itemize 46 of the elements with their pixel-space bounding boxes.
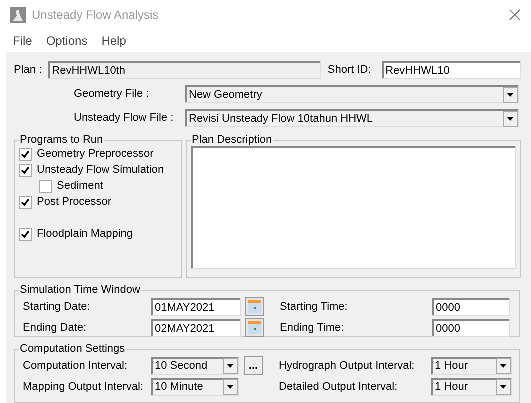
file-label: Unsteady Flow File : (73, 112, 175, 124)
group-title: Simulation Time Window (19, 284, 142, 296)
checkbox[interactable] (39, 180, 52, 192)
group-title: Plan Description (191, 134, 274, 146)
interval-dropdown[interactable]: 10 Second (151, 356, 239, 374)
short-id-label: Short ID: (328, 64, 372, 76)
checkbox-label: Geometry Preprocessor (37, 148, 154, 160)
interval-dropdown[interactable]: 10 Minute (151, 378, 239, 396)
interval-dropdown[interactable]: 1 Hour (431, 356, 512, 374)
time-label: Ending Time: (279, 322, 346, 334)
group-title: Computation Settings (19, 343, 126, 355)
group-title: Programs to Run (19, 134, 104, 146)
plan-field[interactable]: RevHHWL10th (48, 61, 321, 79)
time-field[interactable]: 0000 (432, 298, 510, 316)
short-id-field[interactable]: RevHHWL10 (382, 61, 521, 79)
menu-item[interactable]: Help (102, 34, 126, 48)
file-label: Geometry File : (73, 88, 150, 100)
window-title: Unsteady Flow Analysis (32, 8, 160, 22)
interval-label: Mapping Output Interval: (22, 380, 144, 392)
close-icon[interactable] (509, 9, 521, 21)
time-label: Starting Time: (279, 300, 349, 312)
date-label: Starting Date: (22, 300, 92, 312)
file-dropdown[interactable]: Revisi Unsteady Flow 10tahun HHWL (185, 109, 519, 127)
interval-dropdown[interactable]: 1 Hour (431, 378, 512, 396)
interval-label: Detailed Output Interval: (278, 380, 399, 392)
checkbox-label: Sediment (57, 180, 104, 192)
checkbox-label: Post Processor (37, 196, 112, 208)
checkbox-label: Unsteady Flow Simulation (37, 164, 164, 176)
more-button[interactable]: ... (244, 356, 263, 375)
interval-label: Computation Interval: (22, 360, 129, 372)
plan-label: Plan : (14, 64, 42, 76)
date-field[interactable]: 02MAY2021 (151, 318, 241, 336)
checkbox[interactable] (19, 228, 32, 240)
checkbox[interactable] (19, 164, 32, 176)
checkbox[interactable] (19, 148, 32, 160)
checkbox-label: Floodplain Mapping (37, 228, 134, 240)
menu-item[interactable]: File (13, 34, 32, 48)
file-dropdown[interactable]: New Geometry (185, 85, 519, 103)
date-field[interactable]: 01MAY2021 (151, 298, 241, 316)
plan-description-field[interactable] (191, 146, 516, 269)
checkbox[interactable] (19, 196, 32, 208)
app-icon (10, 7, 26, 23)
interval-label: Hydrograph Output Interval: (278, 360, 416, 372)
menu-item[interactable]: Options (46, 34, 88, 48)
date-label: Ending Date: (22, 322, 88, 334)
time-field[interactable]: 0000 (432, 318, 510, 336)
